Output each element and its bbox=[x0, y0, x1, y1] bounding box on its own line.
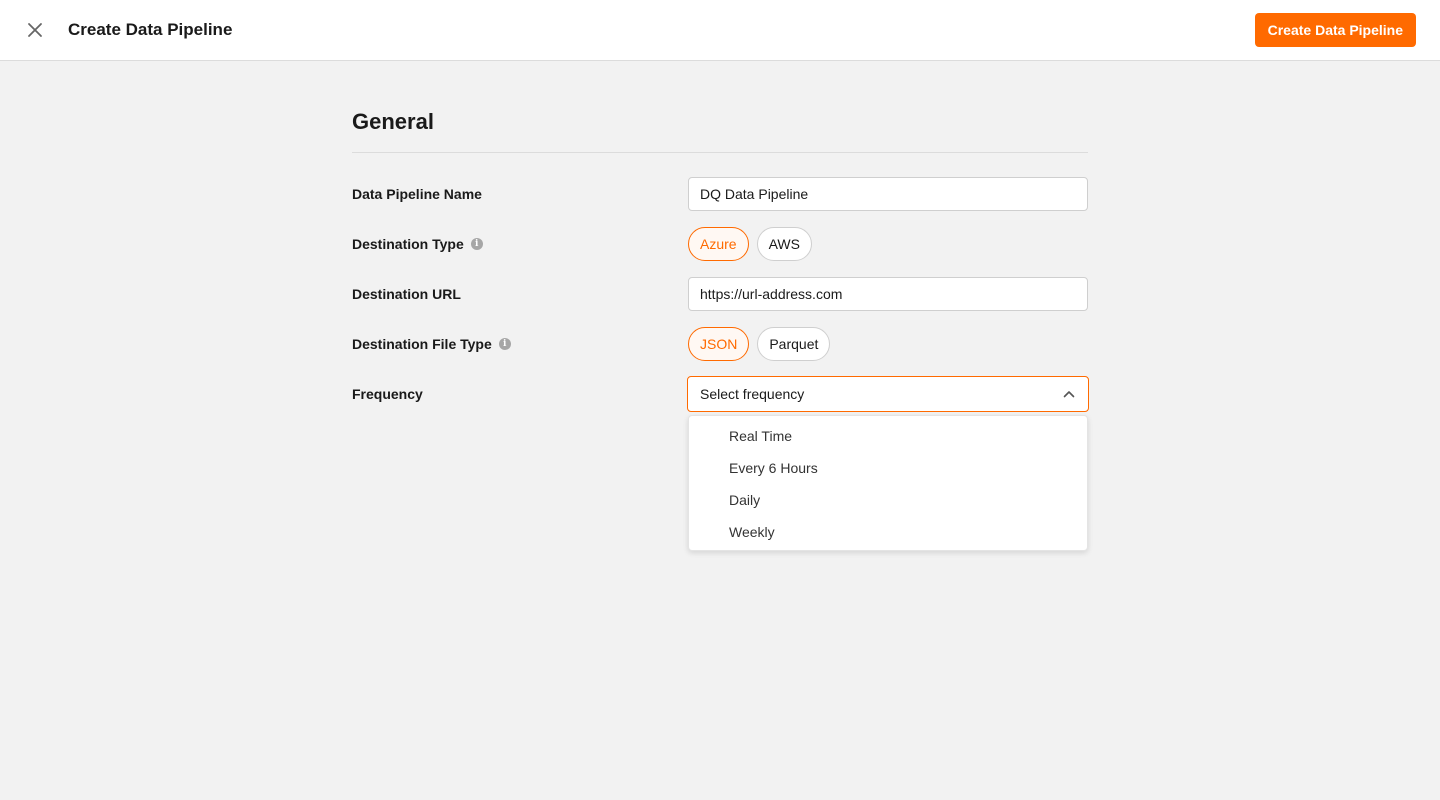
page-title: Create Data Pipeline bbox=[68, 20, 233, 39]
frequency-option-real-time[interactable]: Real Time bbox=[689, 420, 1087, 452]
destination-type-azure[interactable]: Azure bbox=[688, 227, 749, 261]
destination-file-type-label: Destination File Type bbox=[352, 336, 492, 352]
frequency-dropdown: Real Time Every 6 Hours Daily Weekly bbox=[688, 415, 1088, 551]
pipeline-name-input[interactable] bbox=[688, 177, 1088, 211]
close-button[interactable] bbox=[22, 17, 48, 43]
close-icon bbox=[28, 23, 42, 37]
frequency-option-daily[interactable]: Daily bbox=[689, 484, 1087, 516]
destination-type-aws[interactable]: AWS bbox=[756, 227, 812, 261]
frequency-label: Frequency bbox=[352, 386, 423, 402]
frequency-placeholder: Select frequency bbox=[700, 386, 805, 402]
file-type-parquet[interactable]: Parquet bbox=[757, 327, 831, 361]
destination-type-options: Azure AWS bbox=[688, 227, 1088, 261]
section-title: General bbox=[352, 109, 434, 134]
destination-type-label: Destination Type bbox=[352, 236, 464, 252]
info-icon[interactable]: i bbox=[498, 338, 511, 350]
general-form: General Data Pipeline Name Destination T… bbox=[352, 108, 1089, 412]
file-type-json[interactable]: JSON bbox=[688, 327, 750, 361]
destination-url-input[interactable] bbox=[688, 277, 1088, 311]
top-bar: Create Data Pipeline Create Data Pipelin… bbox=[0, 0, 1440, 61]
frequency-select[interactable]: Select frequency bbox=[687, 376, 1089, 412]
frequency-row: Frequency Select frequency bbox=[352, 376, 1089, 412]
destination-file-type-row: Destination File Type i JSON Parquet bbox=[352, 327, 1088, 361]
destination-type-label-wrap: Destination Type i bbox=[352, 227, 483, 261]
destination-file-type-options: JSON Parquet bbox=[688, 327, 1088, 361]
destination-file-type-label-wrap: Destination File Type i bbox=[352, 327, 511, 361]
frequency-option-every-6-hours[interactable]: Every 6 Hours bbox=[689, 452, 1087, 484]
frequency-option-weekly[interactable]: Weekly bbox=[689, 516, 1087, 548]
destination-url-row: Destination URL bbox=[352, 277, 1088, 311]
destination-url-label: Destination URL bbox=[352, 286, 461, 302]
destination-type-row: Destination Type i Azure AWS bbox=[352, 227, 1088, 261]
create-data-pipeline-button[interactable]: Create Data Pipeline bbox=[1254, 13, 1416, 47]
chevron-up-icon bbox=[1062, 387, 1076, 401]
pipeline-name-row: Data Pipeline Name bbox=[352, 177, 1088, 211]
section-divider bbox=[352, 152, 1088, 153]
info-icon[interactable]: i bbox=[470, 238, 483, 250]
pipeline-name-label: Data Pipeline Name bbox=[352, 186, 482, 202]
